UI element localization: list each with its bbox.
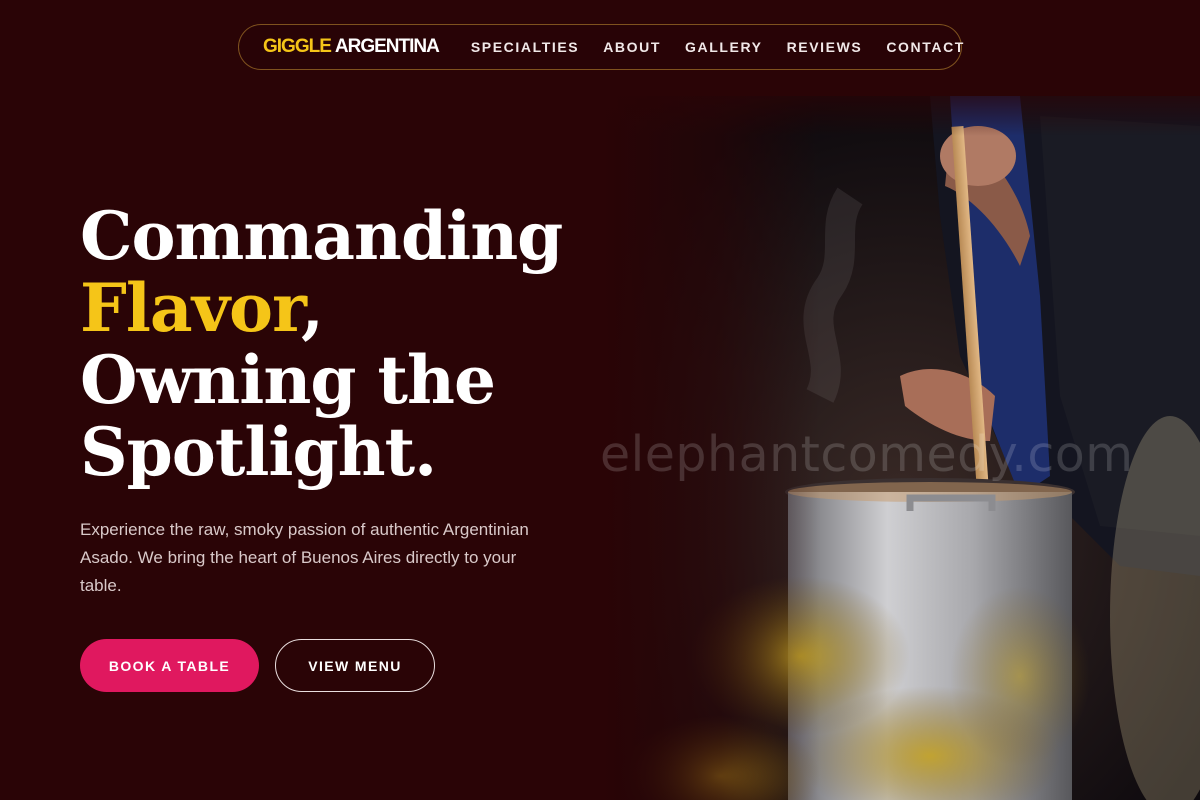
book-table-button[interactable]: BOOK A TABLE	[80, 639, 259, 692]
headline-comma: ,	[301, 269, 324, 347]
brand-name-part1: GIGGLE	[263, 36, 332, 57]
headline-line-1: Commanding	[80, 197, 563, 275]
headline-line-4: Spotlight.	[80, 413, 437, 491]
nav-link-reviews[interactable]: REVIEWS	[787, 39, 863, 55]
hero-headline: Commanding Flavor, Owning the Spotlight.	[80, 197, 563, 491]
nav-links: SPECIALTIES ABOUT GALLERY REVIEWS CONTAC…	[471, 39, 965, 55]
headline-line-2: Flavor,	[80, 272, 562, 344]
nav-link-about[interactable]: ABOUT	[603, 39, 661, 55]
nav-link-specialties[interactable]: SPECIALTIES	[471, 39, 579, 55]
headline-accent-word: Flavor	[80, 269, 302, 347]
watermark-text: elephantcomedy.com	[600, 426, 1134, 483]
headline-line-3: Owning the	[80, 341, 496, 419]
nav-link-gallery[interactable]: GALLERY	[685, 39, 763, 55]
hero-description: Experience the raw, smoky passion of aut…	[80, 520, 529, 595]
brand-name-part2: ARGENTINA	[334, 36, 440, 57]
nav-link-contact[interactable]: CONTACT	[886, 39, 965, 55]
brand-logo[interactable]: GIGGLE ARGENTINA	[263, 36, 440, 58]
image-top-fade	[600, 96, 1200, 136]
top-navigation: GIGGLE ARGENTINA SPECIALTIES ABOUT GALLER…	[238, 24, 965, 70]
view-menu-button[interactable]: VIEW MENU	[275, 639, 435, 692]
